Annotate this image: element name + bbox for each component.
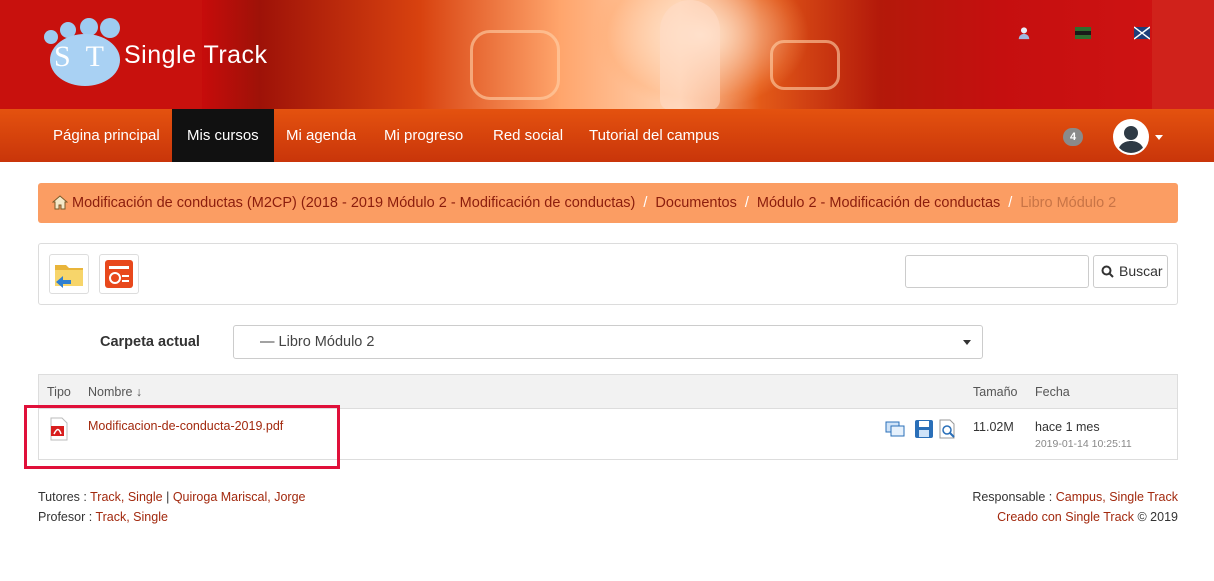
- current-folder-select[interactable]: — Libro Módulo 2: [233, 325, 983, 359]
- avatar-silhouette-icon: [1118, 126, 1144, 153]
- tutor-link[interactable]: Quiroga Mariscal, Jorge: [173, 490, 306, 504]
- nav-my-courses[interactable]: Mis cursos: [172, 109, 274, 162]
- responsible-label: Responsable :: [972, 490, 1053, 504]
- column-type[interactable]: Tipo: [47, 385, 71, 399]
- credits-suffix: © 2019: [1137, 510, 1179, 524]
- table-header: Tipo Nombre ↓ Tamaño Fecha: [39, 375, 1177, 409]
- column-size[interactable]: Tamaño: [973, 385, 1017, 399]
- teacher-link[interactable]: Track, Single: [95, 510, 167, 524]
- responsible-link[interactable]: Campus, Single Track: [1056, 490, 1178, 504]
- logo-letters: S T: [54, 40, 108, 73]
- send-to-device-icon[interactable]: [885, 419, 905, 439]
- banner-right-panel: [1152, 0, 1214, 109]
- breadcrumb: Modificación de conductas (M2CP) (2018 -…: [38, 183, 1178, 223]
- breadcrumb-course[interactable]: Modificación de conductas (M2CP) (2018 -…: [72, 195, 635, 211]
- file-timestamp: 2019-01-14 10:25:11: [1035, 438, 1132, 450]
- presentation-button[interactable]: [99, 254, 139, 294]
- flag-es-icon[interactable]: [1075, 26, 1091, 40]
- save-icon[interactable]: [914, 419, 934, 439]
- tutor-separator: |: [166, 490, 170, 504]
- finger-graphic: [660, 0, 720, 109]
- column-name[interactable]: Nombre ↓: [88, 385, 142, 399]
- current-folder-label: Carpeta actual: [100, 334, 200, 350]
- logo-icon[interactable]: S T: [44, 18, 124, 88]
- current-folder-value: — Libro Módulo 2: [260, 334, 375, 350]
- presentation-icon: [105, 260, 133, 288]
- header-banner: S T Single Track: [0, 0, 1214, 109]
- notification-badge[interactable]: 4: [1063, 128, 1083, 146]
- nav-progress[interactable]: Mi progreso: [369, 109, 478, 162]
- chevron-down-icon: [963, 340, 971, 345]
- nav-agenda[interactable]: Mi agenda: [271, 109, 371, 162]
- footer-responsible: Responsable : Campus, Single Track: [972, 490, 1178, 504]
- teacher-label: Profesor :: [38, 510, 93, 524]
- footer-tutors: Tutores : Track, Single | Quiroga Marisc…: [38, 490, 306, 504]
- tutors-label: Tutores :: [38, 490, 87, 504]
- breadcrumb-separator: /: [744, 195, 749, 211]
- home-icon[interactable]: [52, 195, 68, 210]
- highlight-box: [24, 405, 340, 469]
- nav-tutorial[interactable]: Tutorial del campus: [574, 109, 734, 162]
- nav-social[interactable]: Red social: [478, 109, 578, 162]
- search-icon: [1101, 265, 1114, 278]
- folder-up-button[interactable]: [49, 254, 89, 294]
- footer-teacher: Profesor : Track, Single: [38, 510, 168, 524]
- search-button-label: Buscar: [1119, 263, 1163, 279]
- preview-icon[interactable]: [937, 419, 957, 439]
- nav-home[interactable]: Página principal: [38, 109, 175, 162]
- user-icon[interactable]: [1016, 26, 1032, 40]
- breadcrumb-documents[interactable]: Documentos: [655, 195, 736, 211]
- device-graphic: [470, 30, 560, 100]
- credits-prefix: Creado con: [997, 510, 1062, 524]
- folder-back-icon: [55, 265, 83, 288]
- tutor-link[interactable]: Track, Single: [90, 490, 162, 504]
- credits-link[interactable]: Single Track: [1065, 510, 1134, 524]
- brand-name[interactable]: Single Track: [124, 41, 268, 70]
- file-size: 11.02M: [973, 420, 1014, 434]
- document-toolbar: Buscar: [38, 243, 1178, 305]
- column-date[interactable]: Fecha: [1035, 385, 1070, 399]
- flag-en-icon[interactable]: [1134, 26, 1150, 40]
- breadcrumb-separator: /: [1008, 195, 1013, 211]
- footer-credits: Creado con Single Track © 2019: [997, 510, 1178, 524]
- user-menu-caret-icon[interactable]: [1155, 135, 1163, 140]
- search-button[interactable]: Buscar: [1093, 255, 1168, 288]
- breadcrumb-current: Libro Módulo 2: [1020, 195, 1117, 211]
- breadcrumb-separator: /: [643, 195, 648, 211]
- breadcrumb-module[interactable]: Módulo 2 - Modificación de conductas: [757, 195, 1000, 211]
- user-avatar[interactable]: [1113, 119, 1149, 155]
- device-graphic: [770, 40, 840, 90]
- search-input[interactable]: [905, 255, 1089, 288]
- file-date: hace 1 mes: [1035, 420, 1100, 434]
